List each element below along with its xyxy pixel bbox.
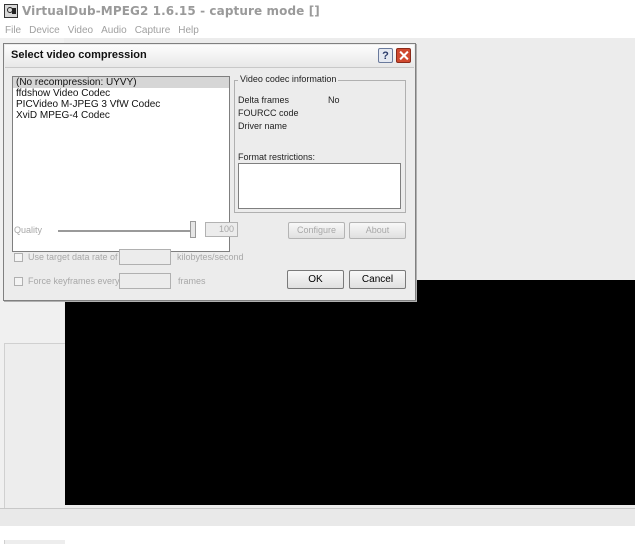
menu-device[interactable]: Device bbox=[29, 25, 60, 36]
help-icon[interactable]: ? bbox=[378, 48, 393, 63]
status-bar bbox=[0, 508, 635, 526]
dialog-titlebar: Select video compression ? bbox=[5, 45, 414, 68]
configure-button[interactable]: Configure bbox=[288, 222, 345, 239]
codec-item-picvideo[interactable]: PICVideo M-JPEG 3 VfW Codec bbox=[13, 99, 229, 110]
codec-list[interactable]: (No recompression: UYVY) ffdshow Video C… bbox=[12, 76, 230, 252]
target-rate-unit: kilobytes/second bbox=[177, 252, 244, 262]
quality-slider-track bbox=[58, 230, 194, 233]
force-keyframes-label: Force keyframes every bbox=[28, 276, 120, 286]
fourcc-label: FOURCC code bbox=[238, 108, 299, 118]
format-restrictions-box bbox=[238, 163, 401, 209]
close-icon[interactable] bbox=[396, 48, 411, 63]
force-keyframes-field[interactable] bbox=[119, 273, 171, 289]
force-keyframes-checkbox[interactable] bbox=[14, 277, 23, 286]
codec-item-ffdshow[interactable]: ffdshow Video Codec bbox=[13, 88, 229, 99]
target-rate-label: Use target data rate of bbox=[28, 252, 118, 262]
about-button[interactable]: About bbox=[349, 222, 406, 239]
target-rate-field[interactable] bbox=[119, 249, 171, 265]
format-restrictions-label: Format restrictions: bbox=[238, 152, 316, 162]
dialog-title: Select video compression bbox=[11, 49, 147, 61]
quality-label: Quality bbox=[14, 225, 43, 235]
video-preview bbox=[65, 280, 635, 505]
delta-frames-value: No bbox=[328, 95, 340, 105]
select-video-compression-dialog: Select video compression ? (No recompres… bbox=[3, 43, 416, 301]
codec-info-legend: Video codec information bbox=[238, 74, 339, 84]
force-keyframes-unit: frames bbox=[178, 276, 206, 286]
target-rate-checkbox[interactable] bbox=[14, 253, 23, 262]
codec-item-no-recompression[interactable]: (No recompression: UYVY) bbox=[13, 77, 229, 88]
delta-frames-label: Delta frames bbox=[238, 95, 290, 105]
menu-file[interactable]: File bbox=[5, 25, 21, 36]
app-icon[interactable] bbox=[4, 4, 18, 18]
codec-item-xvid[interactable]: XviD MPEG-4 Codec bbox=[13, 110, 229, 121]
driver-name-label: Driver name bbox=[238, 121, 288, 131]
menu-help[interactable]: Help bbox=[178, 25, 199, 36]
bottom-strip bbox=[0, 526, 635, 540]
quality-slider-thumb[interactable] bbox=[190, 221, 196, 238]
menu-audio[interactable]: Audio bbox=[101, 25, 127, 36]
quality-value-field[interactable]: 100 bbox=[205, 222, 238, 237]
menu-video[interactable]: Video bbox=[68, 25, 93, 36]
ok-button[interactable]: OK bbox=[287, 270, 344, 289]
app-title: VirtualDub-MPEG2 1.6.15 - capture mode [… bbox=[22, 4, 320, 18]
app-titlebar: VirtualDub-MPEG2 1.6.15 - capture mode [… bbox=[0, 0, 635, 22]
menu-capture[interactable]: Capture bbox=[135, 25, 171, 36]
cancel-button[interactable]: Cancel bbox=[349, 270, 406, 289]
menu-bar: File Device Video Audio Capture Help bbox=[0, 22, 635, 38]
